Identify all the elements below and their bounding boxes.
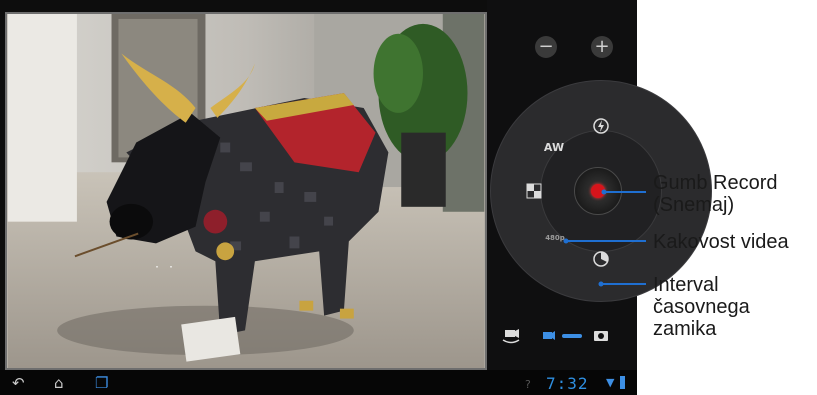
help-icon[interactable]: ?	[525, 378, 531, 391]
timelapse-icon[interactable]	[592, 250, 610, 268]
white-balance-button[interactable]: AW	[541, 141, 567, 157]
callout-quality: Kakovost videa	[653, 231, 789, 253]
status-clock: 7:32	[546, 374, 589, 393]
callout-record-line-1: Gumb Record	[653, 172, 778, 194]
record-dot-icon	[591, 184, 605, 198]
record-button[interactable]	[574, 167, 622, 215]
callout-record: Gumb Record (Snemaj)	[653, 172, 778, 216]
callout-timelapse-line-1: Interval	[653, 274, 719, 296]
flash-auto-icon[interactable]	[592, 117, 610, 135]
zoom-in-button[interactable]: +	[591, 36, 613, 58]
callout-timelapse: Interval časovnega zamika	[653, 274, 750, 340]
callout-timelapse-line-2: časovnega	[653, 296, 750, 318]
signal-icon: ▼	[606, 376, 615, 389]
focus-indicator: · ·	[154, 262, 176, 273]
back-icon[interactable]: ↶	[12, 374, 25, 392]
camera-viewfinder[interactable]: · ·	[5, 12, 487, 370]
battery-icon	[620, 376, 625, 389]
color-effect-icon[interactable]	[526, 183, 542, 199]
tablet-screen: · · − + AW 480p ↶ ⌂ ❐ ? 7:32 ▼	[0, 0, 712, 395]
callout-timelapse-line-3: zamika	[653, 318, 717, 340]
home-icon[interactable]: ⌂	[54, 374, 64, 392]
viewfinder-image	[7, 14, 485, 368]
video-quality-button[interactable]: 480p	[543, 234, 567, 246]
callout-quality-line-1: Kakovost videa	[653, 231, 789, 253]
mode-switch[interactable]	[542, 327, 612, 345]
recent-apps-icon[interactable]: ❐	[95, 374, 108, 392]
zoom-out-button[interactable]: −	[535, 36, 557, 58]
callout-record-line-2: (Snemaj)	[653, 194, 735, 216]
switch-camera-icon[interactable]	[500, 327, 522, 345]
